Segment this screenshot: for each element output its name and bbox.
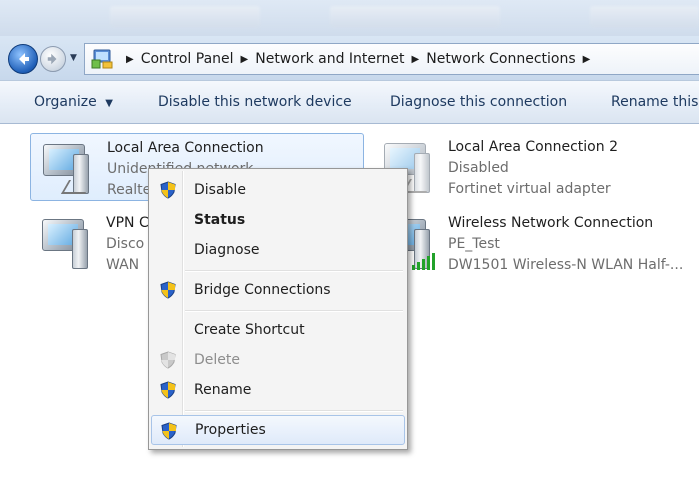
blurred-tab[interactable] bbox=[110, 6, 260, 28]
organize-button[interactable]: Organize ▼ bbox=[34, 94, 113, 110]
menu-item-bridge-connections[interactable]: Bridge Connections bbox=[151, 275, 405, 305]
organize-label: Organize bbox=[34, 94, 97, 110]
vpn-network-icon bbox=[36, 215, 96, 273]
recent-pages-dropdown[interactable]: ▼ bbox=[70, 53, 77, 63]
connection-adapter: WAN bbox=[106, 257, 140, 273]
forward-button[interactable] bbox=[40, 46, 66, 72]
signal-strength-icon bbox=[412, 253, 435, 270]
menu-separator bbox=[185, 410, 403, 412]
blurred-tab[interactable] bbox=[590, 6, 699, 28]
menu-separator bbox=[185, 270, 403, 272]
chevron-down-icon: ▼ bbox=[105, 98, 113, 109]
breadcrumb-network-and-internet[interactable]: Network and Internet bbox=[255, 51, 404, 67]
connection-status: Disco bbox=[106, 236, 145, 252]
menu-item-label: Create Shortcut bbox=[194, 322, 305, 338]
connection-name: Local Area Connection bbox=[107, 140, 264, 156]
blurred-tab[interactable] bbox=[330, 6, 500, 28]
uac-shield-icon bbox=[161, 422, 177, 440]
arrow-left-icon bbox=[19, 53, 29, 65]
connection-adapter: Realte bbox=[107, 182, 152, 198]
rename-connection-button[interactable]: Rename this bbox=[611, 94, 698, 110]
menu-item-create-shortcut[interactable]: Create Shortcut bbox=[151, 315, 405, 345]
menu-item-label: Properties bbox=[195, 422, 266, 438]
arrow-right-icon bbox=[47, 53, 57, 65]
chevron-right-icon[interactable]: ▶ bbox=[241, 54, 249, 65]
connection-adapter: Fortinet virtual adapter bbox=[448, 181, 611, 197]
chevron-right-icon[interactable]: ▶ bbox=[583, 54, 591, 65]
menu-item-label: Bridge Connections bbox=[194, 282, 331, 298]
connection-local-area-2[interactable]: Local Area Connection 2 Disabled Fortine… bbox=[372, 133, 699, 201]
connection-status: PE_Test bbox=[448, 236, 500, 252]
menu-item-label: Disable bbox=[194, 182, 246, 198]
menu-item-properties[interactable]: Properties bbox=[151, 415, 405, 445]
breadcrumb-control-panel[interactable]: Control Panel bbox=[141, 51, 234, 67]
disable-device-button[interactable]: Disable this network device bbox=[158, 94, 352, 110]
connection-name: Wireless Network Connection bbox=[448, 215, 654, 231]
menu-item-label: Delete bbox=[194, 352, 240, 368]
menu-item-rename[interactable]: Rename bbox=[151, 375, 405, 405]
connection-wireless[interactable]: Wireless Network Connection PE_Test DW15… bbox=[372, 209, 699, 277]
connection-adapter: DW1501 Wireless-N WLAN Half-... bbox=[448, 257, 684, 273]
menu-item-label: Rename bbox=[194, 382, 252, 398]
menu-item-label: Diagnose bbox=[194, 242, 260, 258]
back-button[interactable] bbox=[8, 44, 38, 74]
menu-item-status[interactable]: Status bbox=[151, 205, 405, 235]
uac-shield-disabled-icon bbox=[160, 351, 176, 369]
menu-item-diagnose[interactable]: Diagnose bbox=[151, 235, 405, 265]
context-menu: Disable Status Diagnose Bridge Connectio… bbox=[148, 168, 408, 450]
wired-network-icon bbox=[37, 140, 97, 198]
uac-shield-icon bbox=[160, 381, 176, 399]
chevron-right-icon[interactable]: ▶ bbox=[412, 54, 420, 65]
connection-name: Local Area Connection 2 bbox=[448, 139, 618, 155]
diagnose-connection-button[interactable]: Diagnose this connection bbox=[390, 94, 567, 110]
menu-item-delete[interactable]: Delete bbox=[151, 345, 405, 375]
window-title-strip bbox=[0, 0, 699, 36]
breadcrumb-network-connections[interactable]: Network Connections bbox=[426, 51, 575, 67]
menu-item-disable[interactable]: Disable bbox=[151, 175, 405, 205]
control-panel-icon bbox=[91, 49, 113, 69]
address-bar[interactable]: ▶ Control Panel ▶ Network and Internet ▶… bbox=[84, 43, 699, 75]
menu-item-label: Status bbox=[194, 212, 246, 228]
chevron-right-icon: ▶ bbox=[126, 53, 134, 65]
navigation-bar: ▼ ▶ Control Panel ▶ Network and Internet… bbox=[0, 36, 699, 80]
command-bar: Organize ▼ Disable this network device D… bbox=[0, 80, 699, 124]
uac-shield-icon bbox=[160, 181, 176, 199]
connection-status: Disabled bbox=[448, 160, 509, 176]
menu-separator bbox=[185, 310, 403, 312]
connection-name: VPN C bbox=[106, 215, 149, 231]
uac-shield-icon bbox=[160, 281, 176, 299]
